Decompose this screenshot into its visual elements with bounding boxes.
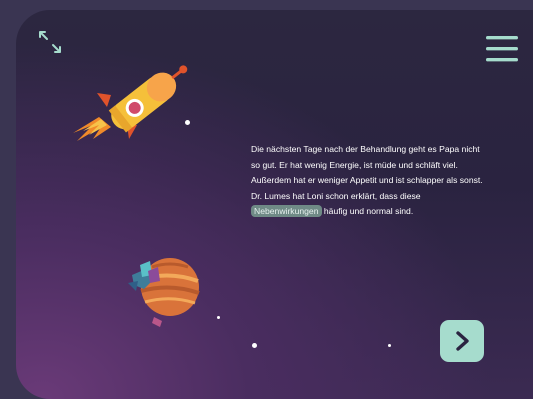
planet-illustration xyxy=(124,245,212,335)
story-page: Die nächsten Tage nach der Behandlung ge… xyxy=(16,10,533,399)
hamburger-menu-icon[interactable] xyxy=(484,34,520,64)
fullscreen-expand-icon[interactable] xyxy=(36,28,64,56)
star-decoration xyxy=(388,344,391,347)
story-text: Die nächsten Tage nach der Behandlung ge… xyxy=(251,142,491,220)
story-text-before: Die nächsten Tage nach der Behandlung ge… xyxy=(251,144,483,201)
next-page-button[interactable] xyxy=(440,320,484,362)
rocket-illustration xyxy=(71,55,201,145)
story-text-after: häufig und normal sind. xyxy=(321,206,414,216)
chevron-right-icon xyxy=(456,331,469,351)
star-decoration xyxy=(217,316,220,319)
star-decoration xyxy=(185,120,190,125)
star-decoration xyxy=(252,343,257,348)
glossary-term-nebenwirkungen[interactable]: Nebenwirkungen xyxy=(251,205,322,217)
